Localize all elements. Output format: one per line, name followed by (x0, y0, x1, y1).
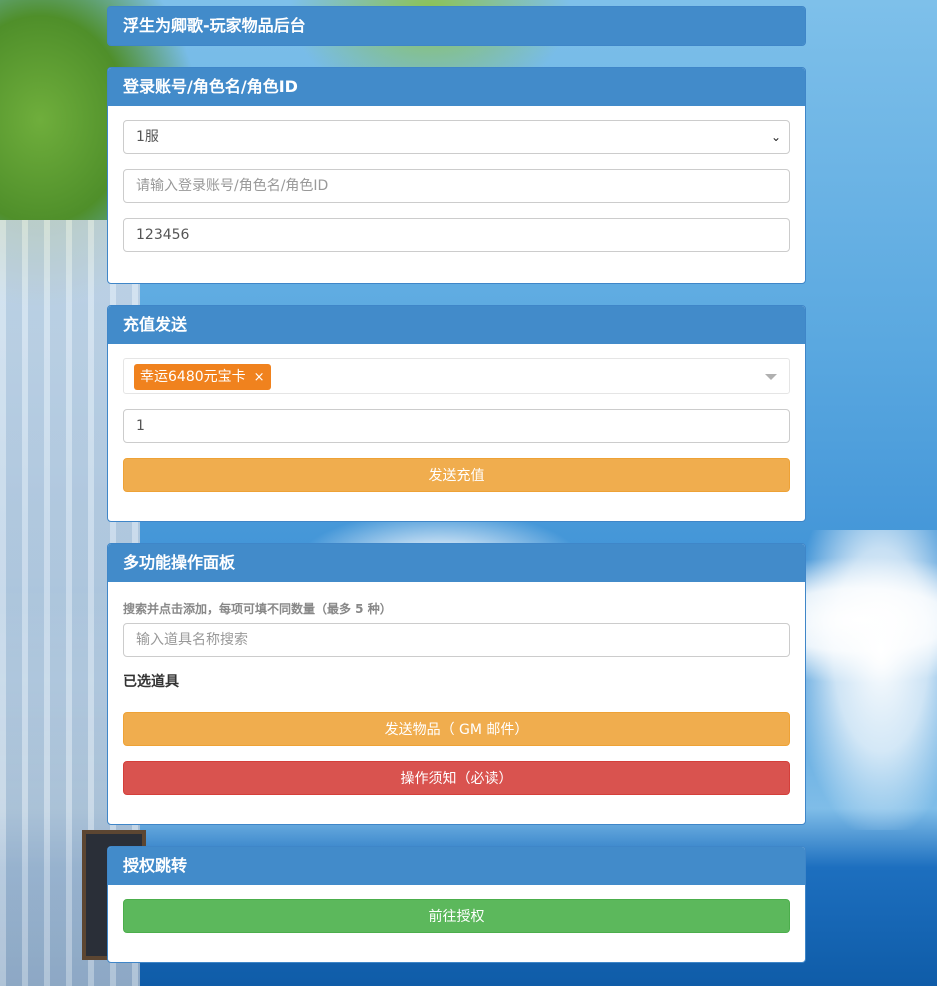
multi-panel-title: 多功能操作面板 (108, 544, 805, 582)
login-panel-body: 1服 ⌄ 请输入登录账号/角色名/角色ID 123456 (108, 106, 805, 283)
notice-button[interactable]: 操作须知（必读） (123, 761, 790, 795)
auth-panel-title: 授权跳转 (108, 847, 805, 885)
selected-items-label: 已选道具 (123, 674, 179, 690)
dropdown-arrow-icon[interactable] (765, 374, 777, 380)
main-container: 浮生为卿歌-玩家物品后台 登录账号/角色名/角色ID 1服 ⌄ 请输入登录账号/… (107, 6, 806, 984)
recharge-panel-title: 充值发送 (108, 306, 805, 344)
auth-panel-body: 前往授权 (108, 885, 805, 962)
recharge-panel-body: 幸运6480元宝卡 × 1 发送充值 (108, 344, 805, 521)
selected-tag: 幸运6480元宝卡 × (134, 364, 271, 390)
send-recharge-button[interactable]: 发送充值 (123, 458, 790, 492)
search-hint: 搜索并点击添加，每项可填不同数量（最多 5 种） (123, 602, 392, 616)
item-search-input[interactable]: 输入道具名称搜索 (123, 623, 790, 657)
go-auth-button[interactable]: 前往授权 (123, 899, 790, 933)
account-input-placeholder: 请输入登录账号/角色名/角色ID (136, 178, 329, 194)
server-select[interactable]: 1服 ⌄ (123, 120, 790, 154)
background-cloud (797, 530, 937, 830)
page-title: 浮生为卿歌-玩家物品后台 (108, 7, 805, 45)
login-panel: 登录账号/角色名/角色ID 1服 ⌄ 请输入登录账号/角色名/角色ID 1234… (107, 67, 806, 284)
account-input[interactable]: 请输入登录账号/角色名/角色ID (123, 169, 790, 203)
password-input[interactable]: 123456 (123, 218, 790, 252)
tag-remove-icon[interactable]: × (254, 370, 265, 385)
server-select-value: 1服 (136, 129, 159, 145)
recharge-item-select[interactable]: 幸运6480元宝卡 × (123, 358, 790, 394)
auth-panel: 授权跳转 前往授权 (107, 846, 806, 963)
item-search-placeholder: 输入道具名称搜索 (136, 632, 248, 648)
multi-panel: 多功能操作面板 搜索并点击添加，每项可填不同数量（最多 5 种） 输入道具名称搜… (107, 543, 806, 825)
send-items-button[interactable]: 发送物品（ GM 邮件） (123, 712, 790, 746)
quantity-input[interactable]: 1 (123, 409, 790, 443)
recharge-panel: 充值发送 幸运6480元宝卡 × 1 发送充值 (107, 305, 806, 522)
quantity-input-value: 1 (136, 418, 145, 434)
login-panel-title: 登录账号/角色名/角色ID (108, 68, 805, 106)
password-input-value: 123456 (136, 227, 190, 243)
selected-tag-label: 幸运6480元宝卡 (140, 369, 246, 385)
chevron-down-icon: ⌄ (770, 130, 781, 144)
title-panel: 浮生为卿歌-玩家物品后台 (107, 6, 806, 46)
multi-panel-body: 搜索并点击添加，每项可填不同数量（最多 5 种） 输入道具名称搜索 已选道具 发… (108, 582, 805, 824)
